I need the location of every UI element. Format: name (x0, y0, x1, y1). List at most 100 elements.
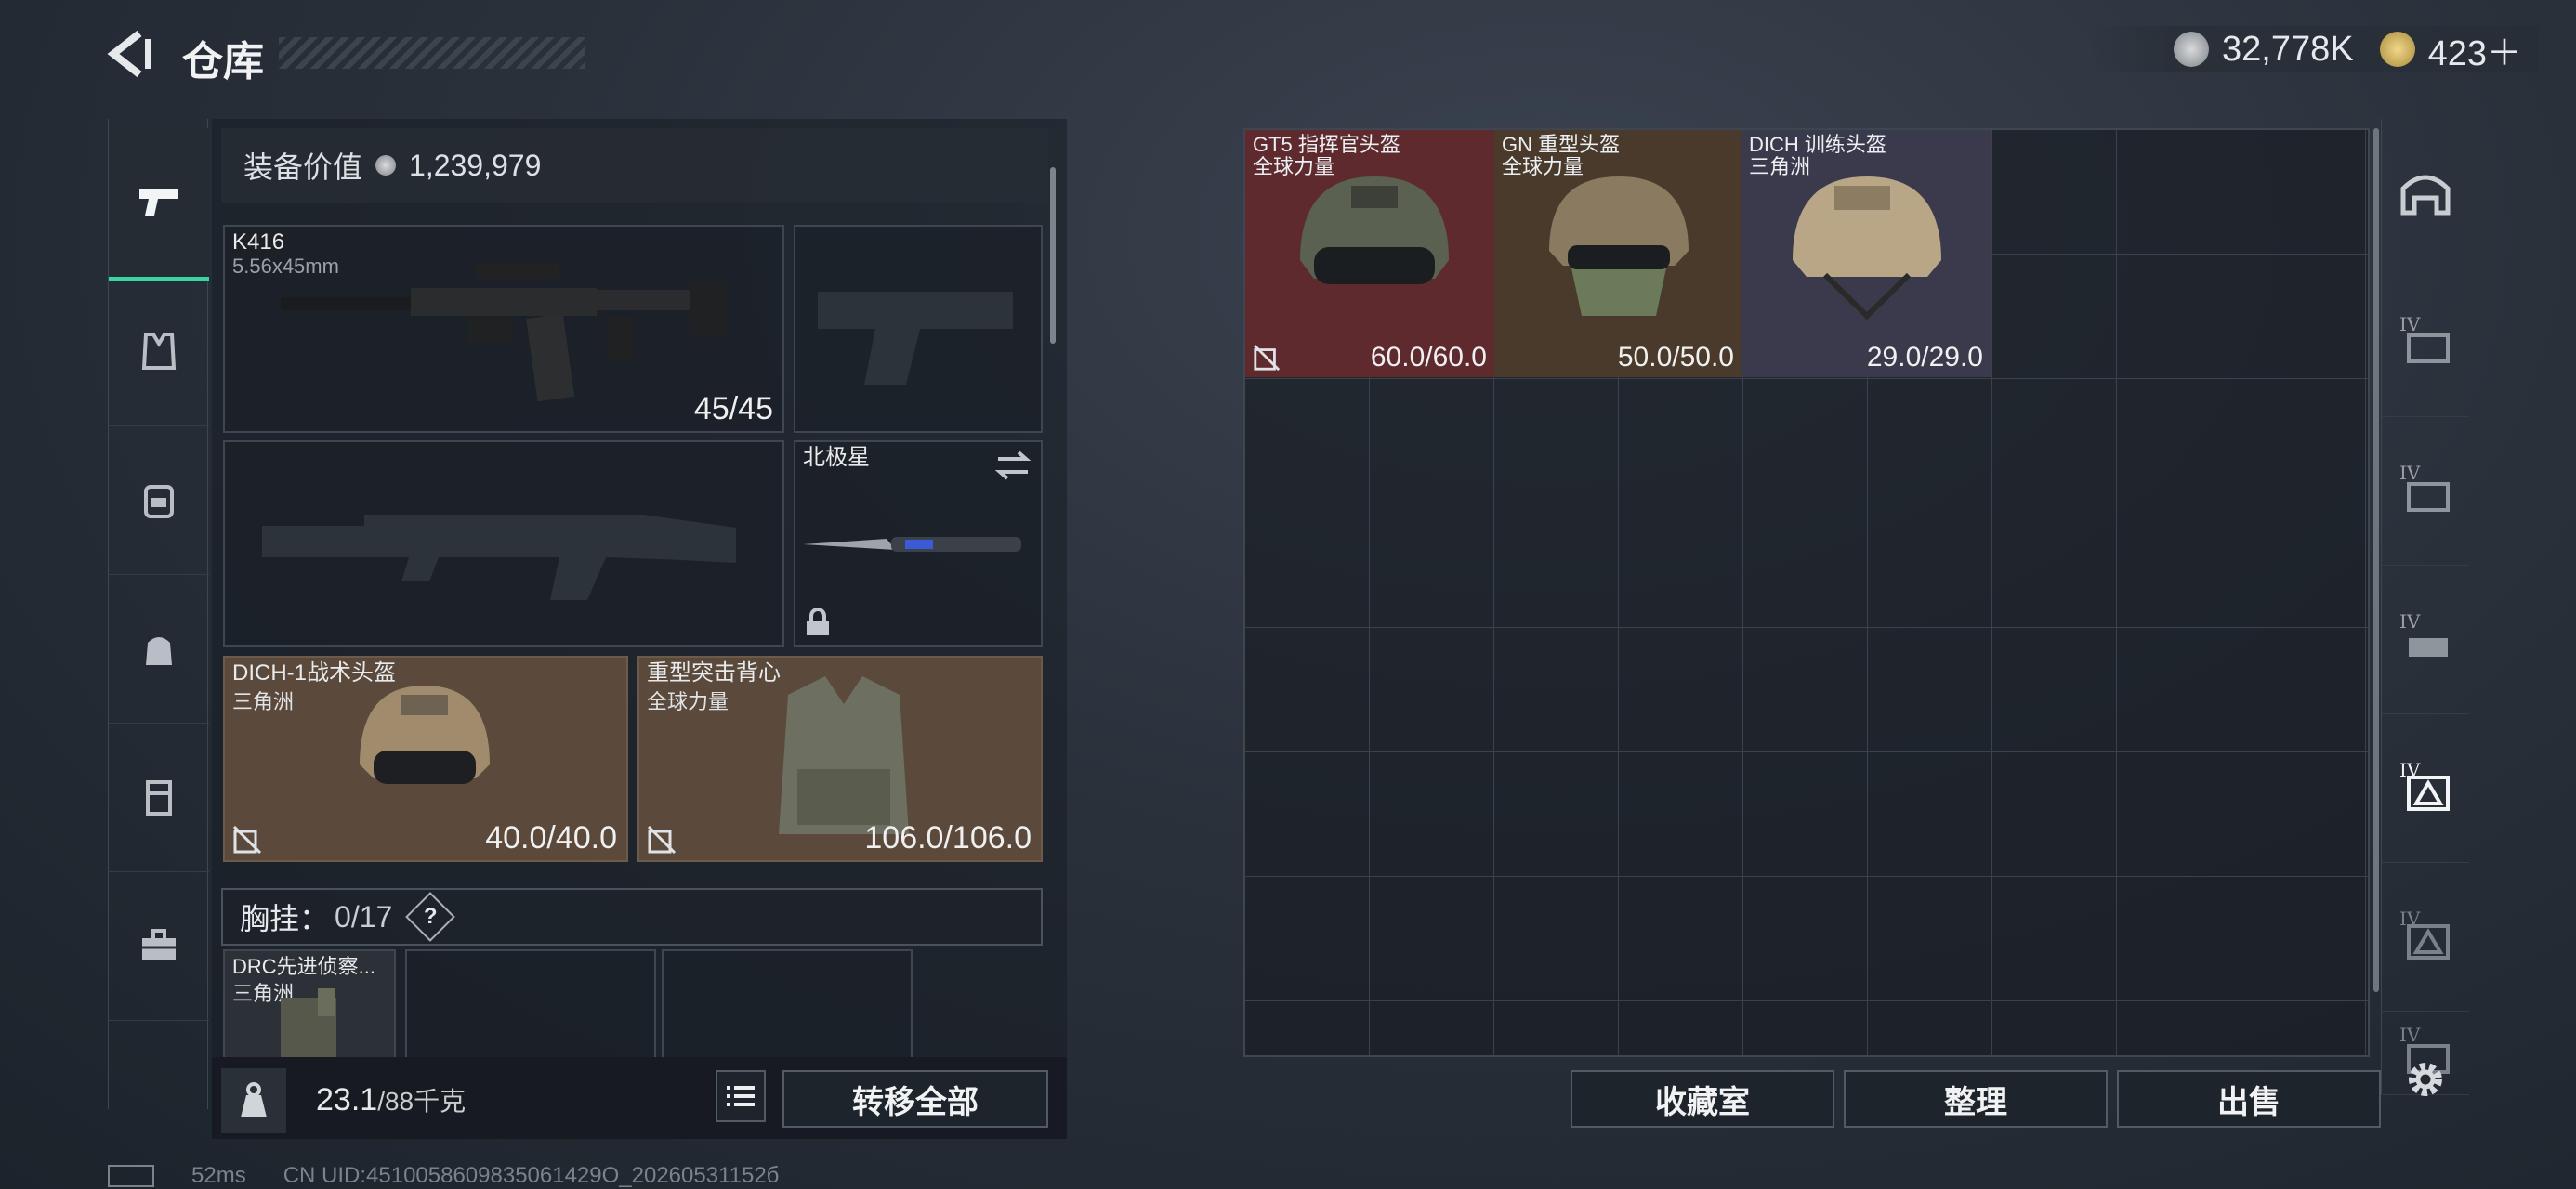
chest-rig-image (281, 988, 336, 1059)
pistol-silhouette-icon (818, 292, 1013, 385)
case-icon (2407, 482, 2450, 512)
storage-tab-4[interactable]: IV (2382, 713, 2469, 863)
chest-rig-empty-slot[interactable] (405, 949, 656, 1061)
helmet-slot[interactable]: DICH-1战术头盔 三角洲 40.0/40.0 (223, 656, 628, 862)
carry-weight-max: /88千克 (377, 1087, 467, 1116)
storage-tab-icon: IV (2399, 462, 2451, 514)
list-icon (727, 1086, 755, 1106)
help-icon: ? (423, 903, 438, 929)
weapon-durability: 45/45 (693, 391, 773, 426)
silver-coin-icon (2174, 32, 2210, 67)
silver-coin-icon (375, 155, 397, 176)
status-line: 52ms CN UID:4510058609835061429O_2026053… (108, 1163, 779, 1189)
storage-tab-icon: IV (2399, 313, 2451, 365)
helmet-image (1300, 176, 1449, 284)
primary-weapon-slot[interactable]: K416 5.56x45mm 45/45 (223, 225, 784, 433)
armor-slot[interactable]: 重型突击背心 全球力量 106.0/106.0 (637, 656, 1043, 862)
carry-weight-current: 23.1 (316, 1082, 378, 1117)
rifle-silhouette-icon (262, 515, 736, 600)
category-sidebar (108, 119, 209, 1109)
list-view-button[interactable] (716, 1070, 766, 1122)
storage-scrollbar[interactable] (2373, 128, 2379, 992)
storage-item[interactable]: GN 重型头盔 全球力量 50.0/50.0 (1494, 130, 1741, 377)
tab-bag[interactable] (109, 574, 209, 724)
back-arrow-icon (107, 30, 151, 78)
weight-badge (221, 1068, 286, 1133)
chest-rig-empty-slot[interactable] (662, 949, 913, 1061)
battery-icon (108, 1165, 154, 1187)
triangle-case-icon (2407, 924, 2450, 960)
backpack-icon (144, 485, 174, 518)
secondary-rifle-slot[interactable] (223, 440, 784, 647)
storage-tab-5[interactable]: IV (2382, 862, 2469, 1012)
chest-rig-header: 胸挂： 0/17 ? (221, 888, 1043, 946)
rig-icon (146, 780, 172, 816)
storage-tab-1[interactable]: IV (2382, 268, 2469, 417)
weight-icon (241, 1082, 267, 1117)
tab-case[interactable] (109, 871, 209, 1021)
weapon-name: K416 (232, 229, 285, 255)
swap-icon[interactable] (994, 450, 1032, 481)
triangle-case-icon (2407, 776, 2450, 811)
briefcase-icon (142, 929, 176, 960)
chest-rig-label: 胸挂： (240, 902, 330, 935)
collection-room-button[interactable]: 收藏室 (1571, 1070, 1834, 1128)
storage-tab-3[interactable]: IV (2382, 565, 2469, 714)
carry-weight: 23.1/88千克 (316, 1081, 466, 1118)
equipment-value-label: 装备价值 (243, 150, 363, 184)
help-button[interactable]: ? (405, 892, 456, 942)
case-icon (2409, 638, 2448, 657)
currency-bar: 32,778K 423＋ (2090, 24, 2539, 75)
helmet-image (360, 686, 490, 784)
storage-page-sidebar: IV IV IV IV IV IV (2381, 119, 2469, 1095)
settings-button[interactable] (2399, 1053, 2451, 1105)
no-repair-icon (232, 825, 262, 855)
vest-icon (141, 333, 177, 370)
item-durability: 60.0/60.0 (1370, 342, 1487, 372)
tab-rig[interactable] (109, 723, 209, 872)
helmet-faction: 三角洲 (232, 690, 295, 713)
transfer-all-button[interactable]: 转移全部 (782, 1070, 1048, 1128)
storage-tab-2[interactable]: IV (2382, 416, 2469, 566)
title-decoration (279, 37, 585, 69)
tab-weapons[interactable] (109, 128, 209, 281)
helmet-image (1793, 176, 1941, 320)
melee-slot[interactable]: 北极星 (794, 440, 1043, 647)
loadout-scrollbar[interactable] (1050, 167, 1056, 344)
rifle-image (281, 264, 727, 402)
user-uid: CN UID:4510058609835061429O_20260531152б (283, 1163, 780, 1188)
case-icon (2407, 333, 2450, 363)
equipment-value-amount: 1,239,979 (409, 148, 542, 182)
melee-name: 北极星 (803, 445, 870, 470)
secondary-weapon-slot[interactable] (794, 225, 1043, 433)
item-name: GN 重型头盔 (1502, 133, 1621, 156)
storage-tab-main[interactable] (2382, 119, 2469, 268)
knife-image (803, 537, 1021, 552)
item-durability: 50.0/50.0 (1617, 342, 1734, 372)
item-name: GT5 指挥官头盔 (1253, 133, 1400, 156)
storage-tab-icon: IV (2399, 908, 2451, 960)
gold-amount[interactable]: 423＋ (2428, 24, 2522, 75)
storage-item[interactable]: DICH 训练头盔 三角洲 29.0/29.0 (1741, 130, 1991, 377)
no-repair-icon (647, 825, 677, 855)
page-title: 仓库 (182, 39, 264, 85)
pistol-icon (139, 189, 178, 216)
helmet-durability: 40.0/40.0 (485, 820, 617, 856)
silver-amount: 32,778K (2222, 29, 2354, 69)
chest-rig-item-slot[interactable]: DRC先进侦察... 三角洲 (223, 949, 396, 1061)
sell-button[interactable]: 出售 (2117, 1070, 2381, 1128)
lock-icon (807, 608, 829, 635)
back-button[interactable] (102, 26, 158, 82)
chest-rig-capacity: 0/17 (335, 899, 393, 934)
gear-icon (2409, 1063, 2442, 1096)
storage-item[interactable]: GT5 指挥官头盔 全球力量 60.0/60.0 (1245, 130, 1494, 377)
gold-coin-icon (2379, 32, 2415, 67)
organize-button[interactable]: 整理 (1844, 1070, 2108, 1128)
equipment-value: 装备价值 1,239,979 (221, 128, 1048, 203)
bag-icon (146, 637, 172, 665)
tab-armor[interactable] (109, 277, 209, 426)
armor-faction: 全球力量 (647, 690, 729, 713)
armor-durability: 106.0/106.0 (864, 820, 1032, 856)
tab-backpack[interactable] (109, 425, 209, 575)
chest-item-name: DRC先进侦察... (232, 955, 376, 978)
